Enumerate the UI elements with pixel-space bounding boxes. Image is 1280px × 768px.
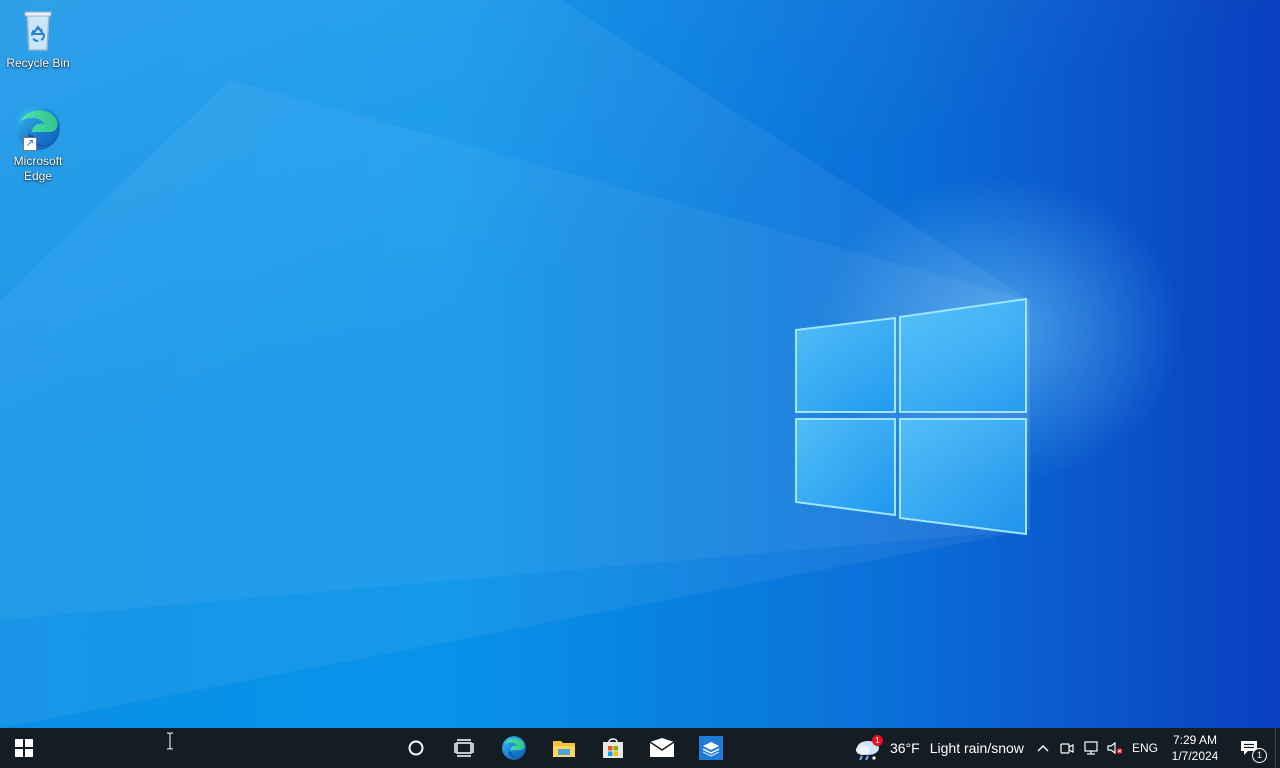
meet-now-button[interactable]: [1056, 728, 1078, 768]
taskbar-app-mail[interactable]: [638, 728, 686, 768]
input-language-indicator[interactable]: ENG: [1130, 728, 1160, 768]
weather-widget[interactable]: 1 36°F Light rain/snow: [852, 728, 1024, 768]
shortcut-arrow-icon: ↗: [23, 137, 37, 151]
desktop-wallpaper: Recycle Bin ↗ Microsoft Edge: [0, 0, 1280, 728]
network-icon: [1084, 741, 1098, 755]
desktop-icon-microsoft-edge[interactable]: ↗ Microsoft Edge: [0, 104, 76, 184]
task-view-icon: [454, 739, 474, 757]
mail-icon: [649, 738, 675, 757]
taskbar-app-sandbox[interactable]: [687, 728, 735, 768]
weather-temperature: 36°F: [890, 740, 920, 756]
clock[interactable]: 7:29 AM 1/7/2024: [1164, 732, 1226, 764]
weather-icon-wrap: 1: [852, 728, 883, 768]
taskbar-app-microsoft-store[interactable]: [589, 728, 637, 768]
windows-wallpaper-logo: [795, 297, 1027, 536]
action-center-button[interactable]: 1: [1234, 728, 1268, 768]
meet-now-icon: [1060, 743, 1074, 754]
folder-icon: [553, 741, 575, 757]
store-bag-icon: [603, 738, 623, 758]
start-button[interactable]: [0, 728, 48, 768]
clock-date: 1/7/2024: [1171, 749, 1219, 763]
volume-muted-icon: [1107, 741, 1123, 755]
show-desktop-button[interactable]: [1275, 728, 1280, 768]
windows-logo-icon: [15, 739, 33, 757]
taskbar-app-edge[interactable]: [490, 728, 538, 768]
recycle-bin-icon: [14, 6, 62, 54]
volume-button[interactable]: [1104, 728, 1126, 768]
desktop-icon-label: Recycle Bin: [6, 56, 70, 70]
cortana-search-button[interactable]: [396, 728, 436, 768]
chevron-up-icon: [1037, 745, 1049, 752]
clock-time: 7:29 AM: [1172, 733, 1218, 747]
network-button[interactable]: [1080, 728, 1102, 768]
layered-box-icon: [699, 736, 723, 760]
weather-alert-badge: 1: [872, 735, 883, 746]
notification-count-badge: 1: [1252, 748, 1267, 763]
desktop-icon-recycle-bin[interactable]: Recycle Bin: [0, 6, 76, 71]
weather-condition: Light rain/snow: [929, 740, 1024, 756]
desktop-icon-label: Microsoft Edge: [13, 154, 63, 183]
edge-icon: ↗: [14, 104, 62, 152]
show-hidden-icons-button[interactable]: [1032, 728, 1054, 768]
taskbar: 1 36°F Light rain/snow ENG 7:29 AM 1/7/2…: [0, 728, 1280, 768]
text-cursor-icon: [167, 732, 173, 750]
cortana-circle-icon: [408, 740, 424, 756]
task-view-button[interactable]: [444, 728, 484, 768]
taskbar-app-file-explorer[interactable]: [540, 728, 588, 768]
edge-icon: [502, 736, 526, 760]
